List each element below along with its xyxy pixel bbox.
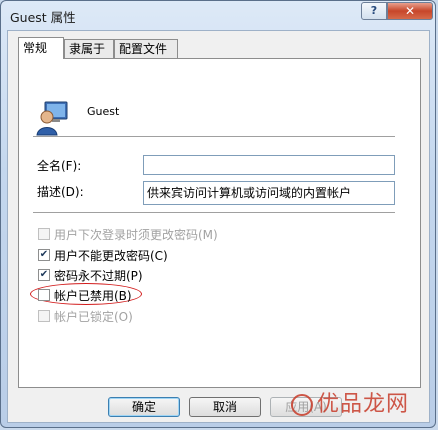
ok-button[interactable]: 确定 <box>108 397 180 417</box>
watermark-text: 优品龙网 <box>317 392 410 417</box>
fullname-label: 全名(F): <box>37 159 82 173</box>
checkbox-must-change-password[interactable] <box>38 228 50 240</box>
checkbox-row-account-locked[interactable]: 帐户已锁定(O) <box>38 308 133 324</box>
checkbox-password-never-expires[interactable]: ✔ <box>38 269 50 281</box>
description-label: 描述(D): <box>37 185 84 199</box>
checkbox-label: 帐户已禁用(B) <box>54 288 132 303</box>
checkbox-row-must-change-password[interactable]: 用户下次登录时须更改密码(M) <box>38 226 218 242</box>
checkbox-row-password-never-expires[interactable]: ✔ 密码永不过期(P) <box>38 267 143 283</box>
tab-profile[interactable]: 配置文件 <box>114 39 178 58</box>
checkbox-cannot-change-password[interactable]: ✔ <box>38 249 50 261</box>
window-title: Guest 属性 <box>10 10 76 25</box>
checkbox-label: 用户不能更改密码(C) <box>54 248 168 263</box>
title-bar[interactable]: Guest 属性 ? ✕ <box>1 1 435 29</box>
properties-window: Guest 属性 ? ✕ 常规 隶属于 配置文件 Guest 全名(F): 描述… <box>0 0 436 428</box>
help-button[interactable]: ? <box>361 2 387 20</box>
checkbox-label: 帐户已锁定(O) <box>54 309 133 324</box>
checkbox-row-cannot-change-password[interactable]: ✔ 用户不能更改密码(C) <box>38 247 168 263</box>
separator-top <box>33 136 395 137</box>
tab-panel-general: Guest 全名(F): 描述(D): 供来宾访问计算机或访问域的内置帐户 用户… <box>18 58 421 388</box>
close-button[interactable]: ✕ <box>387 2 433 20</box>
cancel-button[interactable]: 取消 <box>189 397 261 417</box>
checkbox-account-disabled[interactable] <box>38 289 50 301</box>
tab-general[interactable]: 常规 <box>18 37 64 59</box>
username-label: Guest <box>87 105 120 118</box>
checkbox-label: 密码永不过期(P) <box>54 268 143 283</box>
separator-middle <box>33 212 395 213</box>
watermark-icon <box>291 394 313 416</box>
tab-member-of[interactable]: 隶属于 <box>64 39 114 58</box>
checkbox-account-locked[interactable] <box>38 310 50 322</box>
fullname-field[interactable] <box>143 155 395 175</box>
user-icon <box>36 101 68 136</box>
description-field[interactable]: 供来宾访问计算机或访问域的内置帐户 <box>143 181 395 205</box>
watermark-logo: 优品龙网 <box>291 386 409 418</box>
dialog-client-area: 常规 隶属于 配置文件 Guest 全名(F): 描述(D): 供来宾访问计算机… <box>7 30 430 423</box>
checkbox-label: 用户下次登录时须更改密码(M) <box>54 227 218 242</box>
checkbox-row-account-disabled[interactable]: 帐户已禁用(B) <box>38 287 132 303</box>
